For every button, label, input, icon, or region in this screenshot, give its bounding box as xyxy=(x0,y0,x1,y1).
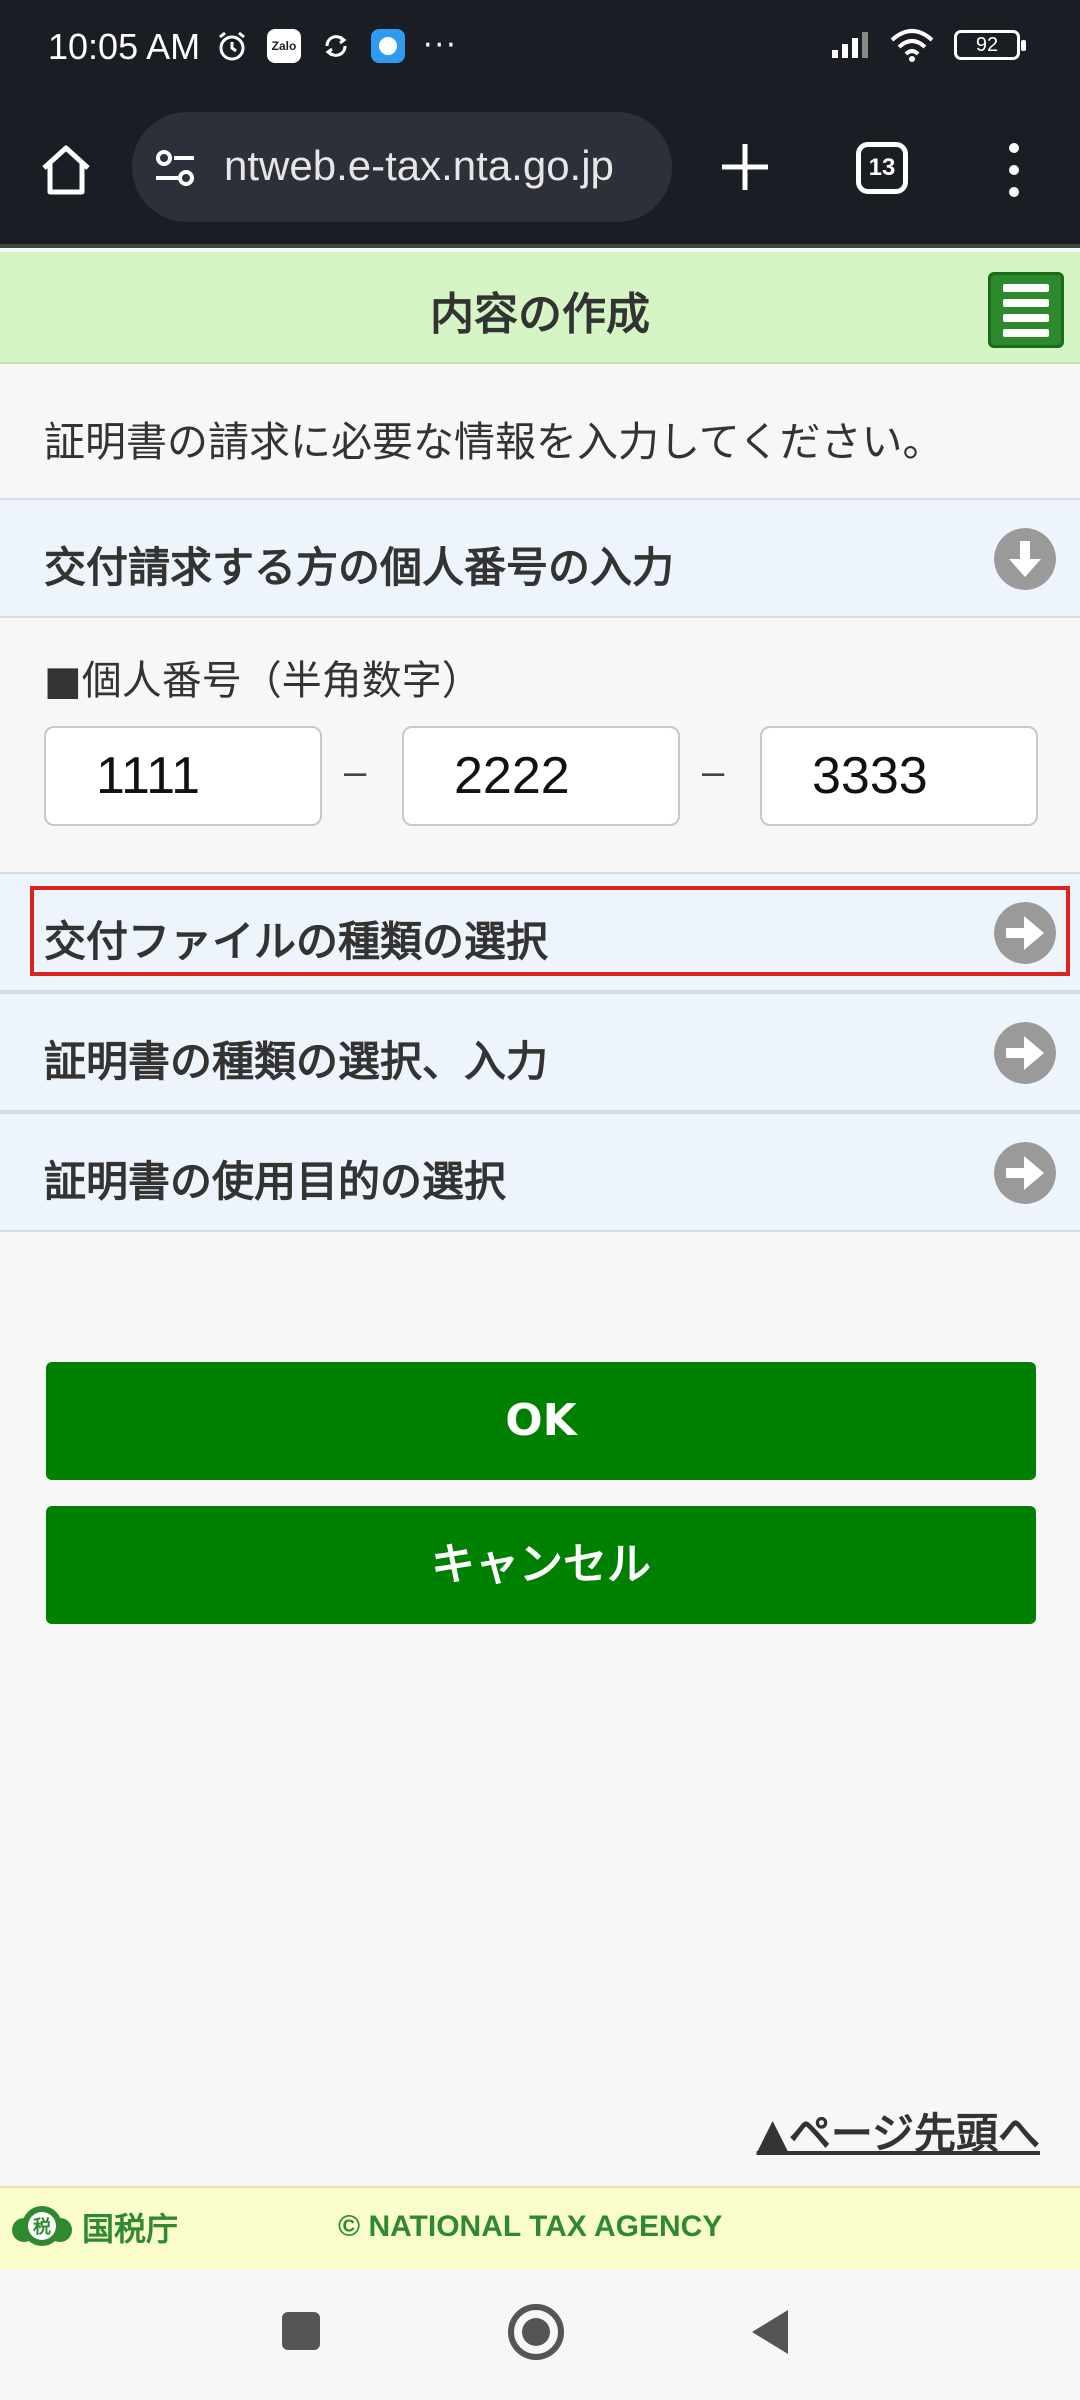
page-title: 内容の作成 xyxy=(430,289,650,340)
section-cert-purpose[interactable]: 証明書の使用目的の選択 xyxy=(0,1112,1080,1232)
separator-dash: – xyxy=(702,750,725,794)
svg-text:税: 税 xyxy=(33,2216,51,2238)
instruction-text: 証明書の請求に必要な情報を入力してください。 xyxy=(44,418,944,466)
url-text: ntweb.e-tax.nta.go.jp xyxy=(224,142,614,189)
messenger-app-icon xyxy=(371,28,405,63)
browser-toolbar: ntweb.e-tax.nta.go.jp 13 xyxy=(0,100,1080,248)
back-triangle-icon[interactable] xyxy=(752,2310,788,2354)
page-top-link[interactable]: ▲ページ先頭へ xyxy=(757,2100,1040,2161)
section-label-cert-purpose: 証明書の使用目的の選択 xyxy=(44,1157,507,1206)
arrow-right-circle-icon[interactable] xyxy=(994,1022,1056,1084)
separator-dash: – xyxy=(344,750,367,794)
status-system-icons: 92 xyxy=(830,28,1026,62)
cancel-button[interactable]: キャンセル xyxy=(46,1506,1036,1624)
browser-menu-icon[interactable] xyxy=(1000,140,1028,200)
ok-button[interactable]: OK xyxy=(46,1362,1036,1480)
personal-number-form: ■個人番号（半角数字） 1111 – 2222 – 3333 xyxy=(0,620,1080,874)
nta-logo-mark-icon: 税 xyxy=(12,2206,72,2246)
status-bar: 10:05 AM Zalo ··· 92 xyxy=(0,0,1080,100)
footer: 税 国税庁 © NATIONAL TAX AGENCY xyxy=(0,2186,1080,2270)
home-icon[interactable] xyxy=(36,140,96,200)
system-navigation-bar xyxy=(0,2270,1080,2400)
battery-indicator: 92 xyxy=(954,30,1026,60)
site-settings-icon[interactable] xyxy=(154,148,198,188)
section-label-cert-type: 証明書の種類の選択、入力 xyxy=(44,1037,549,1086)
section-cert-type[interactable]: 証明書の種類の選択、入力 xyxy=(0,992,1080,1112)
recent-apps-icon[interactable] xyxy=(282,2312,320,2350)
new-tab-icon[interactable] xyxy=(718,140,772,194)
personal-number-label: ■個人番号（半角数字） xyxy=(44,658,482,704)
instruction-area: 証明書の請求に必要な情報を入力してください。 xyxy=(0,364,1080,498)
nta-logo-text: 国税庁 xyxy=(82,2210,179,2248)
copyright-text: © NATIONAL TAX AGENCY xyxy=(338,2210,723,2243)
zalo-icon: Zalo xyxy=(267,28,301,63)
personal-number-input-2[interactable]: 2222 xyxy=(402,726,680,826)
home-circle-icon[interactable] xyxy=(508,2304,564,2360)
arrow-right-circle-icon[interactable] xyxy=(994,1142,1056,1204)
section-label-file-type: 交付ファイルの種類の選択 xyxy=(44,917,549,966)
tab-switcher-button[interactable]: 13 xyxy=(856,142,908,194)
hamburger-menu-icon[interactable] xyxy=(988,272,1064,348)
alarm-icon xyxy=(219,31,245,60)
status-notification-icons: Zalo ··· xyxy=(215,28,458,63)
address-bar[interactable]: ntweb.e-tax.nta.go.jp xyxy=(132,112,672,222)
arrow-right-circle-icon[interactable] xyxy=(994,902,1056,964)
more-notifications-icon: ··· xyxy=(423,28,458,63)
sync-icon xyxy=(325,34,347,57)
signal-icon xyxy=(832,32,868,58)
section-label-personal-number: 交付請求する方の個人番号の入力 xyxy=(44,543,675,592)
status-time: 10:05 AM xyxy=(48,26,201,67)
section-personal-number[interactable]: 交付請求する方の個人番号の入力 xyxy=(0,498,1080,618)
wifi-icon xyxy=(890,29,934,62)
section-file-type[interactable]: 交付ファイルの種類の選択 xyxy=(0,872,1080,992)
personal-number-input-3[interactable]: 3333 xyxy=(760,726,1038,826)
nta-logo[interactable]: 税 国税庁 xyxy=(10,2202,178,2252)
page-header: 内容の作成 xyxy=(0,252,1080,364)
personal-number-input-1[interactable]: 1111 xyxy=(44,726,322,826)
arrow-down-circle-icon[interactable] xyxy=(994,528,1056,590)
